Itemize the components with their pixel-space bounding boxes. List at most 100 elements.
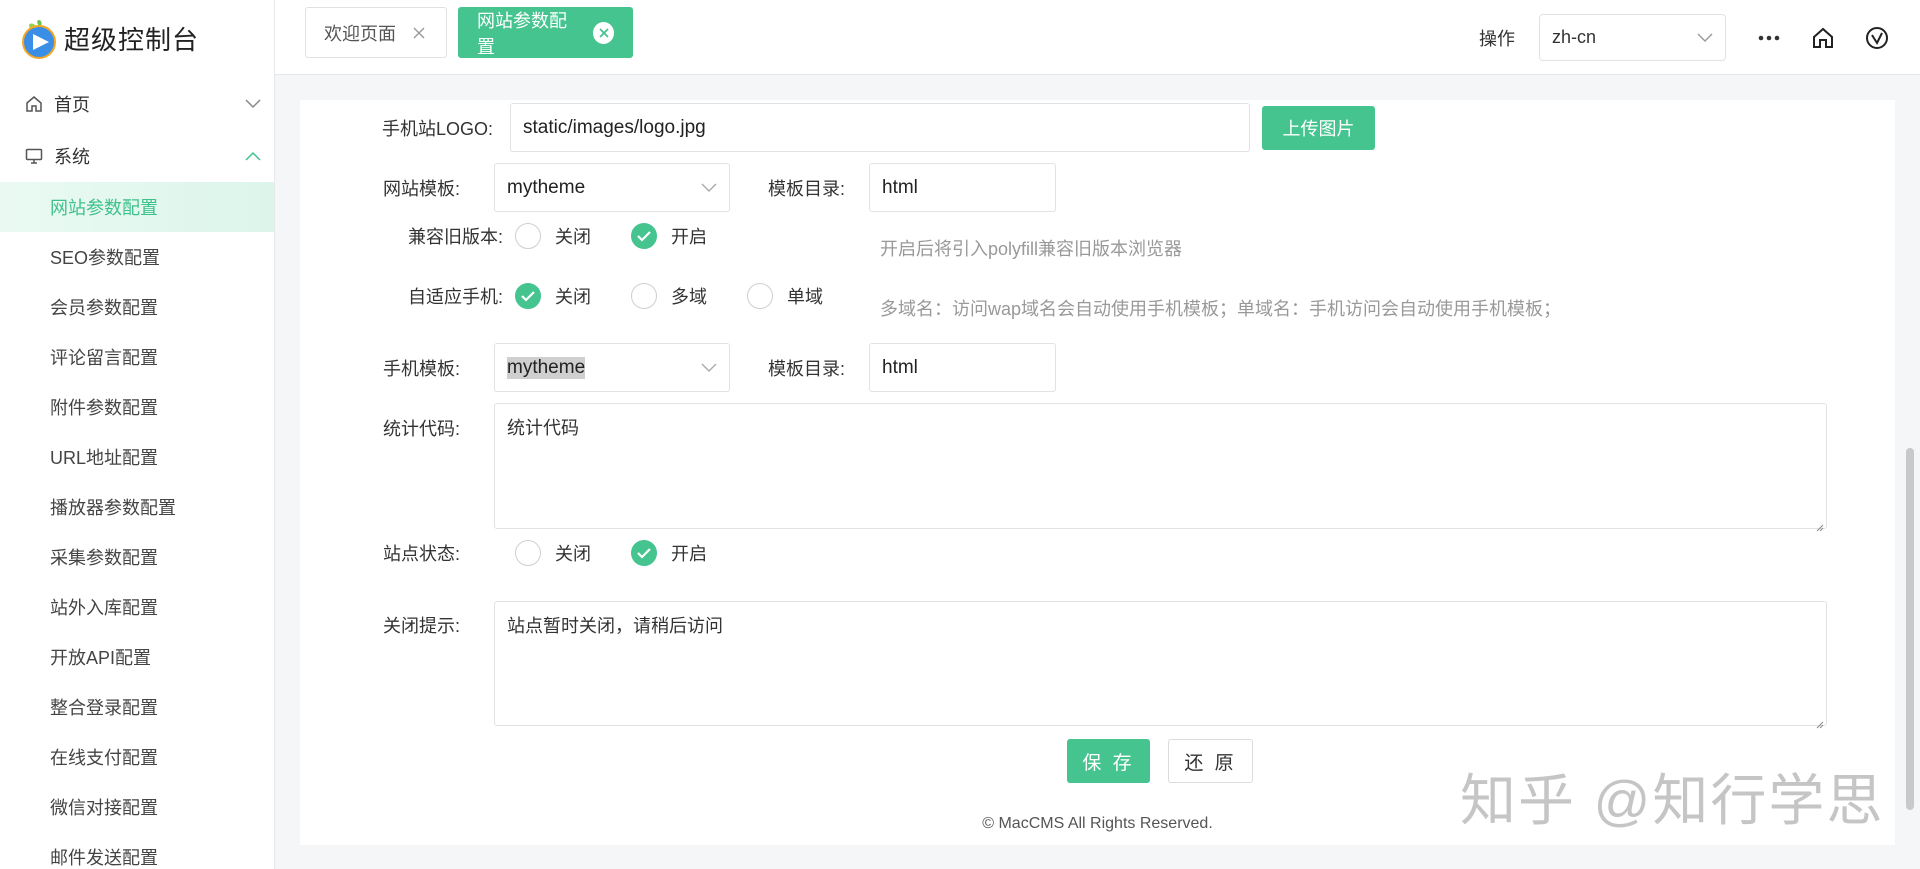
chevron-down-icon xyxy=(244,95,262,113)
home-icon[interactable] xyxy=(1796,11,1850,65)
template-select[interactable]: mytheme xyxy=(494,163,730,212)
close-tip-textarea[interactable]: 站点暂时关闭，请稍后访问 xyxy=(494,601,1827,729)
close-tip-label: 关闭提示: xyxy=(382,616,460,636)
chevron-up-icon xyxy=(244,147,262,165)
settings-form: 手机站LOGO: static/images/logo.jpg 上传图片 网站模… xyxy=(300,100,1895,845)
sidebar-item-seo-config[interactable]: SEO参数配置 xyxy=(0,232,274,282)
reset-button-label: 还 原 xyxy=(1184,752,1237,774)
radio-circle xyxy=(515,540,541,566)
sidebar-item-label: 邮件发送配置 xyxy=(50,848,158,868)
logo-input[interactable]: static/images/logo.jpg xyxy=(510,103,1250,152)
adaptive-label: 自适应手机: xyxy=(407,287,503,307)
sidebar-item-login-config[interactable]: 整合登录配置 xyxy=(0,682,274,732)
tab-site-config[interactable]: 网站参数配置 xyxy=(458,7,633,58)
mobile-template-select[interactable]: mytheme xyxy=(494,343,730,392)
adaptive-off-radio[interactable]: 关闭 xyxy=(515,283,591,309)
template-row: 网站模板: mytheme 模板目录: html xyxy=(300,163,1056,212)
mobile-template-dir-label: 模板目录: xyxy=(768,358,846,379)
checkmark-icon xyxy=(631,540,657,566)
upload-button-label: 上传图片 xyxy=(1282,118,1355,139)
sidebar-item-attachment-config[interactable]: 附件参数配置 xyxy=(0,382,274,432)
sidebar-item-label: 评论留言配置 xyxy=(50,348,158,368)
sidebar-item-collect-config[interactable]: 采集参数配置 xyxy=(0,532,274,582)
chevron-down-icon xyxy=(701,177,717,199)
sidebar-item-label: 网站参数配置 xyxy=(50,198,158,218)
nav-group-system[interactable]: 系统 xyxy=(0,130,274,182)
sidebar-item-site-config[interactable]: 网站参数配置 xyxy=(0,182,274,232)
close-icon[interactable] xyxy=(593,21,614,44)
resize-handle-icon[interactable] xyxy=(1814,713,1824,729)
language-select[interactable]: zh-cn xyxy=(1539,14,1726,61)
mobile-template-value: mytheme xyxy=(507,356,586,379)
mobile-template-label: 手机模板: xyxy=(382,358,460,379)
resize-handle-icon[interactable] xyxy=(1814,516,1824,532)
checkmark-icon xyxy=(515,283,541,309)
sidebar-item-label: SEO参数配置 xyxy=(50,248,161,268)
radio-label: 关闭 xyxy=(555,227,591,247)
tab-welcome[interactable]: 欢迎页面 xyxy=(305,7,447,58)
sidebar: 超级控制台 首页 系统 网站参数配置 SEO参数配置 会员参数配置 评论留言配置… xyxy=(0,0,275,869)
page-scrollbar[interactable] xyxy=(1906,448,1914,810)
sidebar-item-import-config[interactable]: 站外入库配置 xyxy=(0,582,274,632)
sidebar-item-label: 站外入库配置 xyxy=(50,598,158,618)
app-logo-icon xyxy=(18,16,60,60)
compat-hint: 开启后将引入polyfill兼容旧版本浏览器 xyxy=(880,239,1183,259)
more-icon[interactable] xyxy=(1742,11,1796,65)
logo-row: 手机站LOGO: static/images/logo.jpg 上传图片 xyxy=(300,103,1375,152)
mobile-template-row: 手机模板: mytheme 模板目录: html xyxy=(300,343,1056,392)
upload-image-button[interactable]: 上传图片 xyxy=(1262,105,1375,150)
status-off-radio[interactable]: 关闭 xyxy=(515,540,591,566)
sidebar-item-wechat-config[interactable]: 微信对接配置 xyxy=(0,782,274,832)
checkmark-icon xyxy=(631,223,657,249)
radio-circle xyxy=(631,283,657,309)
nav-group-home[interactable]: 首页 xyxy=(0,78,274,130)
sidebar-item-api-config[interactable]: 开放API配置 xyxy=(0,632,274,682)
sidebar-item-label: 整合登录配置 xyxy=(50,698,158,718)
sidebar-item-label: 在线支付配置 xyxy=(50,748,158,768)
check-circle-icon[interactable] xyxy=(1850,11,1904,65)
adaptive-hint: 多域名：访问wap域名会自动使用手机模板；单域名：手机访问会自动使用手机模板； xyxy=(880,299,1562,319)
radio-label: 开启 xyxy=(671,544,707,564)
chevron-down-icon xyxy=(1697,27,1713,48)
close-tip-value: 站点暂时关闭，请稍后访问 xyxy=(507,616,723,636)
compat-off-radio[interactable]: 关闭 xyxy=(515,223,591,249)
template-dir-label: 模板目录: xyxy=(768,178,846,199)
save-button-label: 保 存 xyxy=(1082,752,1135,774)
sidebar-item-comment-config[interactable]: 评论留言配置 xyxy=(0,332,274,382)
tab-label: 网站参数配置 xyxy=(477,10,567,57)
sidebar-item-member-config[interactable]: 会员参数配置 xyxy=(0,282,274,332)
status-row: 站点状态: 关闭 开启 xyxy=(300,540,747,566)
save-button[interactable]: 保 存 xyxy=(1067,739,1150,783)
stats-label: 统计代码: xyxy=(382,419,460,439)
compat-row: 兼容旧版本: 关闭 开启 xyxy=(300,223,747,249)
operate-label: 操作 xyxy=(1479,28,1515,49)
nav-group-label: 系统 xyxy=(54,147,90,167)
sidebar-item-email-config[interactable]: 邮件发送配置 xyxy=(0,832,274,869)
adaptive-single-domain-radio[interactable]: 单域 xyxy=(747,283,823,309)
radio-label: 开启 xyxy=(671,227,707,247)
adaptive-row: 自适应手机: 关闭 多域 单域 xyxy=(300,283,863,309)
radio-label: 多域 xyxy=(671,287,707,307)
radio-circle xyxy=(747,283,773,309)
topbar: 欢迎页面 网站参数配置 操作 zh-cn xyxy=(275,0,1920,75)
compat-on-radio[interactable]: 开启 xyxy=(631,223,707,249)
template-label: 网站模板: xyxy=(382,178,460,199)
close-icon[interactable] xyxy=(410,24,428,42)
sidebar-item-pay-config[interactable]: 在线支付配置 xyxy=(0,732,274,782)
stats-textarea[interactable]: 统计代码 xyxy=(494,403,1827,532)
language-value: zh-cn xyxy=(1552,27,1597,47)
sidebar-item-label: URL地址配置 xyxy=(50,448,159,468)
radio-label: 关闭 xyxy=(555,287,591,307)
template-dir-value: html xyxy=(882,176,918,198)
template-dir-input[interactable]: html xyxy=(869,163,1056,212)
sidebar-item-player-config[interactable]: 播放器参数配置 xyxy=(0,482,274,532)
sidebar-item-label: 播放器参数配置 xyxy=(50,498,176,518)
status-on-radio[interactable]: 开启 xyxy=(631,540,707,566)
radio-label: 关闭 xyxy=(555,544,591,564)
reset-button[interactable]: 还 原 xyxy=(1168,739,1253,783)
brand[interactable]: 超级控制台 xyxy=(0,0,274,76)
app-title: 超级控制台 xyxy=(64,24,200,55)
adaptive-multi-domain-radio[interactable]: 多域 xyxy=(631,283,707,309)
mobile-template-dir-input[interactable]: html xyxy=(869,343,1056,392)
sidebar-item-url-config[interactable]: URL地址配置 xyxy=(0,432,274,482)
